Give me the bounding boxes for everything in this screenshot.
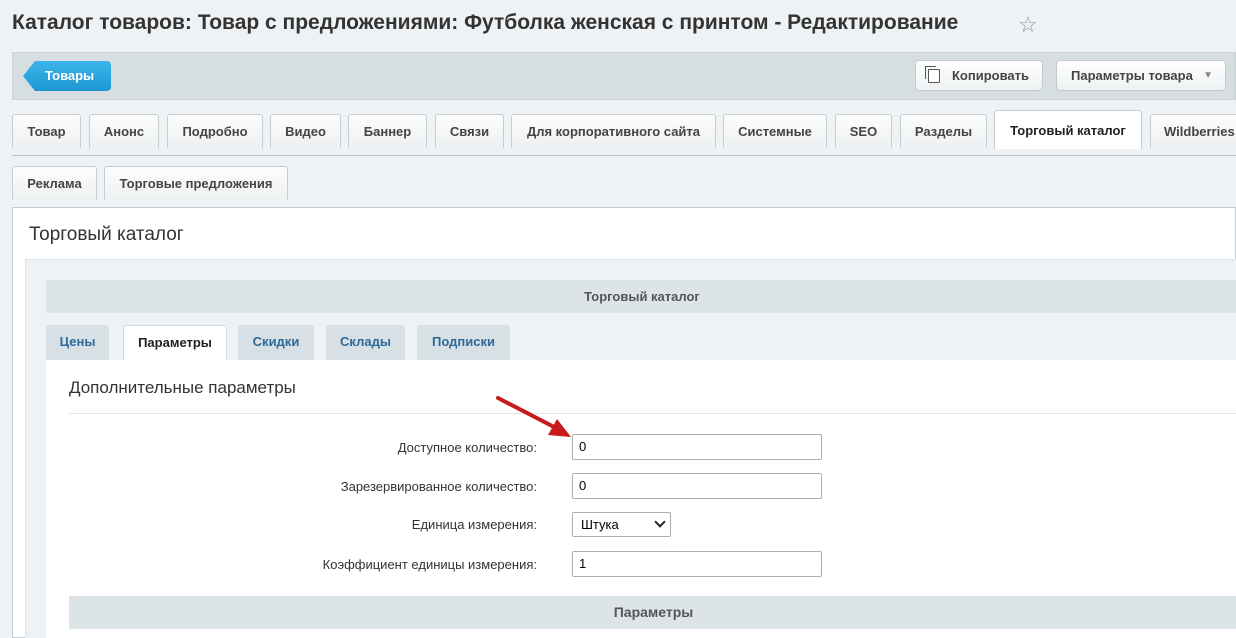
catalog-header-bar: Торговый каталог — [46, 280, 1236, 313]
content-area: Торговый каталог Торговый каталог Цены П… — [12, 207, 1236, 638]
star-icon[interactable]: ☆ — [1018, 12, 1038, 38]
tab-corporate[interactable]: Для корпоративного сайта — [511, 114, 716, 148]
catalog-box: Торговый каталог Цены Параметры Скидки С… — [25, 259, 1236, 638]
subtab-discounts[interactable]: Скидки — [238, 325, 314, 361]
chevron-down-icon — [654, 516, 666, 528]
panel-title: Дополнительные параметры — [69, 378, 296, 397]
tab-trade-catalog[interactable]: Торговый каталог — [994, 110, 1142, 149]
subtab-parameters[interactable]: Параметры — [123, 325, 227, 362]
subtab-subscriptions[interactable]: Подписки — [417, 325, 510, 361]
copy-icon — [925, 66, 940, 83]
reserved-quantity-input[interactable]: 0 — [572, 473, 822, 499]
tab-video[interactable]: Видео — [270, 114, 341, 148]
main-tabs: Товар Анонс Подробно Видео Баннер Связи … — [12, 110, 1236, 156]
tab-banner[interactable]: Баннер — [348, 114, 427, 148]
tab-ads[interactable]: Реклама — [12, 166, 97, 200]
divider — [69, 413, 1236, 414]
tab-offers[interactable]: Торговые предложения — [104, 166, 288, 200]
copy-button-label: Копировать — [952, 68, 1030, 83]
chevron-down-icon: ▼ — [1203, 70, 1213, 81]
product-params-button[interactable]: Параметры товара ▼ — [1056, 60, 1226, 91]
parameters-bar: Параметры — [69, 596, 1236, 629]
secondary-tabs: Реклама Торговые предложения — [12, 166, 1236, 202]
available-quantity-input[interactable]: 0 — [572, 434, 822, 460]
reserved-quantity-label: Зарезервированное количество: — [340, 479, 537, 494]
unit-ratio-input[interactable]: 1 — [572, 551, 822, 577]
subtab-warehouses[interactable]: Склады — [326, 325, 405, 361]
copy-button[interactable]: Копировать — [915, 60, 1043, 91]
tab-wildberries[interactable]: Wildberries — [1150, 114, 1236, 148]
subtab-prices[interactable]: Цены — [46, 325, 109, 361]
unit-label: Единица измерения: — [411, 517, 537, 532]
tab-seo[interactable]: SEO — [835, 114, 892, 148]
page-title: Каталог товаров: Товар с предложениями: … — [12, 11, 959, 34]
available-quantity-label: Доступное количество: — [397, 440, 537, 455]
toolbar: Товары Копировать Параметры товара ▼ — [12, 52, 1236, 100]
back-to-products-button[interactable]: Товары — [23, 61, 111, 91]
section-title: Торговый каталог — [29, 224, 184, 245]
unit-select-value: Штука — [581, 517, 619, 532]
tab-product[interactable]: Товар — [12, 114, 81, 148]
parameters-panel: Дополнительные параметры Доступное колич… — [46, 360, 1236, 638]
tab-links[interactable]: Связи — [435, 114, 504, 148]
tab-announce[interactable]: Анонс — [89, 114, 159, 148]
unit-select[interactable]: Штука — [572, 512, 671, 537]
tab-details[interactable]: Подробно — [167, 114, 263, 148]
catalog-subtabs: Цены Параметры Скидки Склады Подписки — [46, 325, 1236, 362]
tab-system[interactable]: Системные — [723, 114, 827, 148]
unit-ratio-label: Коэффициент единицы измерения: — [322, 557, 537, 572]
tab-sections[interactable]: Разделы — [900, 114, 987, 148]
product-params-label: Параметры товара — [1071, 68, 1193, 83]
